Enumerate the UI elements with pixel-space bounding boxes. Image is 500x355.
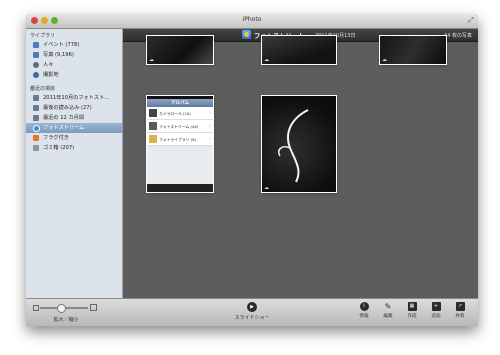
add-button[interactable]: + 追加	[424, 302, 448, 326]
photostream-badge-icon: ☁	[149, 57, 154, 63]
iphoto-window: iPhoto ⤢ ライブラリ イベント (778) 写真 (9,196) 人々 …	[26, 14, 478, 326]
phone-row-label: フォトライブラリ (9)	[159, 137, 196, 142]
info-button[interactable]: i 情報	[352, 302, 376, 326]
slideshow-button[interactable]: ▶ スライドショー	[222, 302, 282, 321]
info-label: 情報	[359, 314, 369, 319]
create-icon: ▦	[407, 302, 417, 311]
fullscreen-icon[interactable]: ⤢	[468, 16, 474, 25]
zoom-large-icon	[90, 304, 97, 311]
photo-thumbnail[interactable]: ☁	[147, 36, 213, 64]
zoom-slider-knob[interactable]	[57, 304, 66, 313]
phone-row-label: フォトストリーム (44)	[159, 124, 199, 129]
faces-icon	[33, 62, 39, 68]
import-icon	[33, 105, 39, 111]
title-bar: iPhoto ⤢	[26, 14, 478, 29]
trash-icon	[33, 145, 39, 151]
sidebar-item-flagged[interactable]: フラグ付き	[26, 133, 122, 143]
add-label: 追加	[431, 314, 441, 319]
photo-thumbnail[interactable]: ☁	[262, 36, 336, 64]
album-thumb	[149, 135, 157, 143]
sidebar-item-label: 写真 (9,196)	[43, 52, 74, 58]
sidebar-item-events[interactable]: イベント (778)	[26, 40, 122, 50]
play-icon: ▶	[247, 302, 257, 312]
slideshow-label: スライドショー	[234, 315, 270, 321]
sidebar-item-photostream[interactable]: フォトストリーム	[26, 123, 122, 133]
phone-album-row: フォトストリーム (44) ›	[147, 120, 213, 133]
sidebar-item-label: 2011年10月のフォトスト…	[43, 95, 110, 101]
add-icon: +	[431, 302, 441, 311]
sidebar-item-october-photostream[interactable]: 2011年10月のフォトスト…	[26, 93, 122, 103]
flag-icon	[33, 135, 39, 141]
sidebar-item-photos[interactable]: 写真 (9,196)	[26, 50, 122, 60]
photo-grid: ☁ ☁ ☁ アルバム カメラロール (10) › フォトストリーム (44) ›	[123, 36, 478, 298]
library-heading: ライブラリ	[30, 33, 56, 39]
zoom-small-icon	[33, 305, 39, 311]
window-title: iPhoto	[242, 16, 262, 23]
album-thumb	[149, 122, 157, 130]
sidebar-item-label: イベント (778)	[43, 42, 80, 48]
chevron-right-icon: ›	[209, 136, 211, 141]
photo-thumbnail[interactable]: ☁	[380, 36, 446, 64]
sidebar-item-label: 撮影地	[43, 72, 59, 78]
photostream-badge-icon: ☁	[264, 185, 269, 191]
sidebar-item-last-import[interactable]: 最後の読み込み (27)	[26, 103, 122, 113]
sidebar-item-label: フラグ付き	[43, 135, 69, 141]
sidebar: ライブラリ イベント (778) 写真 (9,196) 人々 撮影地 最近の項目…	[26, 29, 123, 298]
album-thumb	[149, 109, 157, 117]
sidebar-item-label: フォトストリーム	[43, 125, 85, 131]
create-button[interactable]: ▦ 作成	[400, 302, 424, 326]
photostream-icon	[242, 30, 251, 39]
calendar-icon	[33, 95, 39, 101]
photo-thumbnail[interactable]: ☁	[262, 96, 336, 192]
chevron-right-icon: ›	[209, 123, 211, 128]
photo-thumbnail-screenshot[interactable]: アルバム カメラロール (10) › フォトストリーム (44) › フォトライ…	[147, 96, 213, 192]
phone-album-row: フォトライブラリ (9) ›	[147, 133, 213, 146]
phone-album-row: カメラロール (10) ›	[147, 107, 213, 120]
share-icon: ↗	[455, 302, 465, 311]
share-label: 共有	[455, 314, 465, 319]
bottom-toolbar: 拡大／縮小 ▶ スライドショー i 情報 ✎ 編集 ▦ 作成 + 追加 ↗ 共有	[26, 298, 478, 326]
phone-row-label: カメラロール (10)	[159, 111, 191, 116]
sidebar-item-trash[interactable]: ゴミ箱 (207)	[26, 143, 122, 153]
photostream-badge-icon: ☁	[382, 57, 387, 63]
edit-label: 編集	[383, 314, 393, 319]
sidebar-item-label: 最後の読み込み (27)	[43, 105, 92, 111]
photostream-badge-icon: ☁	[264, 57, 269, 63]
chevron-right-icon: ›	[209, 110, 211, 115]
cable-image	[278, 109, 309, 183]
photostream-icon	[33, 125, 40, 132]
events-icon	[33, 42, 39, 48]
places-icon	[33, 72, 39, 78]
sidebar-item-last-12-months[interactable]: 最近の 12 カ月間	[26, 113, 122, 123]
sidebar-item-label: 最近の 12 カ月間	[43, 115, 85, 121]
phone-nav-bar: アルバム	[147, 99, 213, 107]
sidebar-item-label: 人々	[43, 62, 54, 68]
info-icon: i	[359, 302, 369, 311]
sidebar-item-places[interactable]: 撮影地	[26, 70, 122, 80]
zoom-label: 拡大／縮小	[53, 317, 79, 323]
photos-icon	[33, 52, 39, 58]
photo-count: 44 枚の写真	[444, 33, 472, 39]
edit-button[interactable]: ✎ 編集	[376, 302, 400, 326]
create-label: 作成	[407, 314, 417, 319]
phone-tab-bar	[147, 184, 213, 192]
recent-heading: 最近の項目	[30, 86, 56, 92]
sidebar-item-label: ゴミ箱 (207)	[43, 145, 75, 151]
sidebar-item-faces[interactable]: 人々	[26, 60, 122, 70]
share-button[interactable]: ↗ 共有	[448, 302, 472, 326]
calendar-icon	[33, 115, 39, 121]
phone-nav-title: アルバム	[170, 101, 190, 106]
pencil-icon: ✎	[384, 302, 392, 311]
